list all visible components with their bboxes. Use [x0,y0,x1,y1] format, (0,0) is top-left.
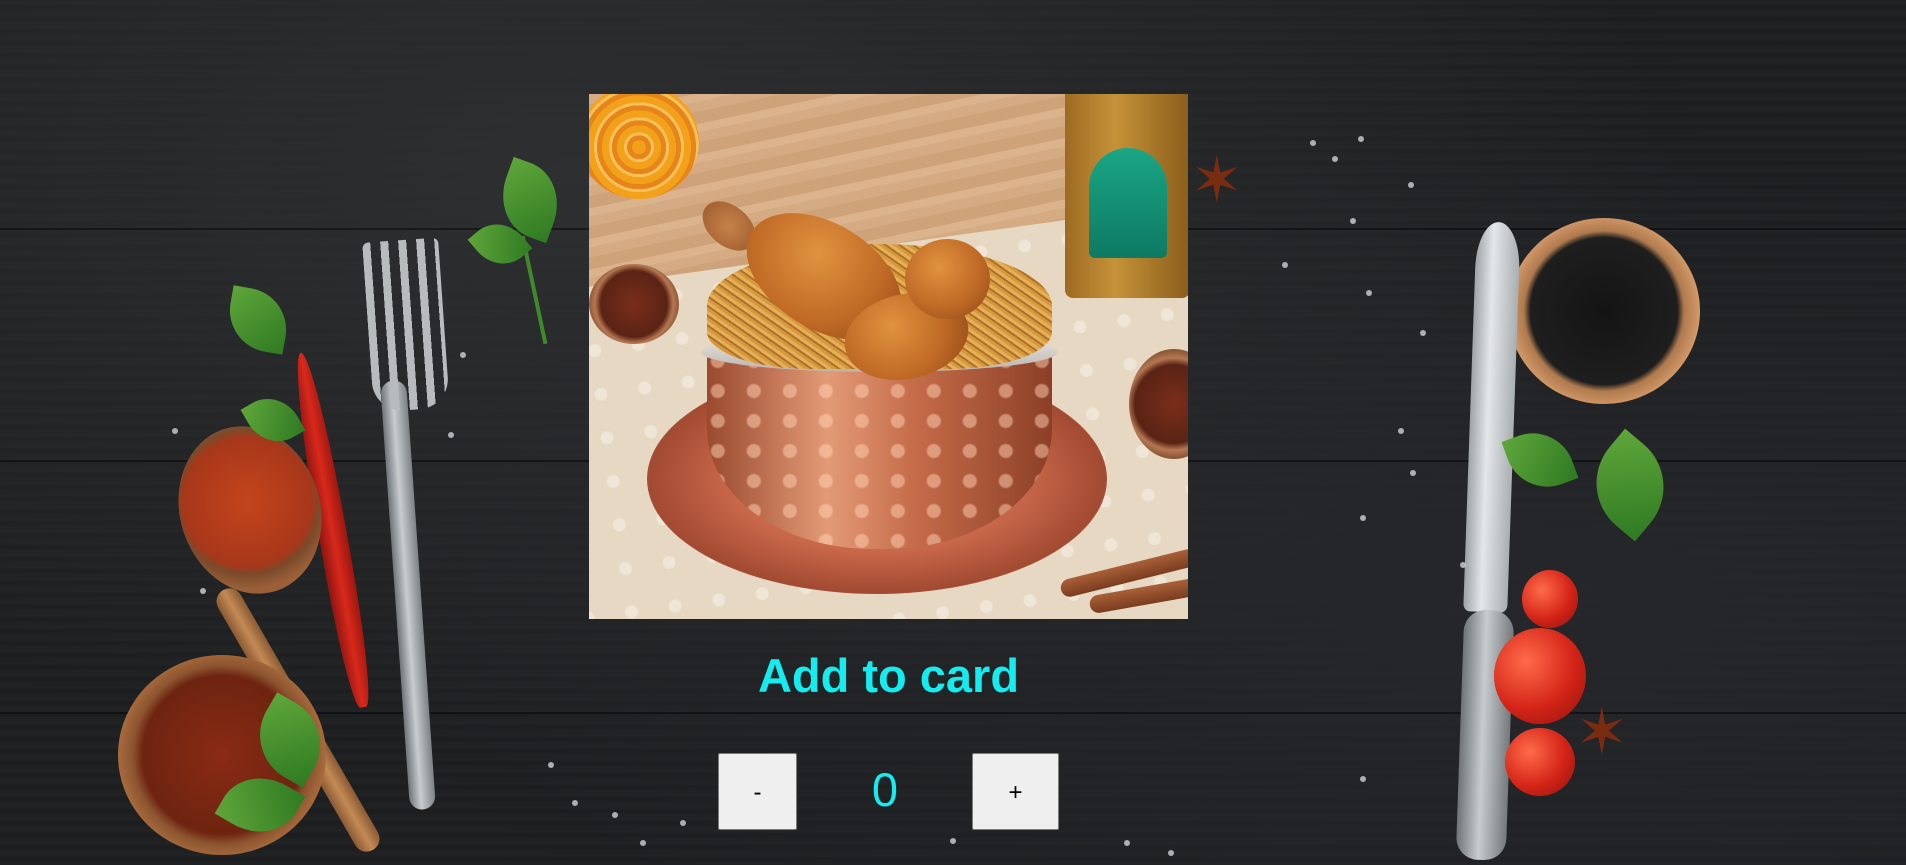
black-pepper-bowl-decoration [1508,218,1700,404]
salt-grain-decoration [572,800,578,806]
salt-grain-decoration [1398,428,1404,434]
salt-grain-decoration [1420,330,1426,336]
herb-leaf-decoration [223,285,293,355]
cherry-tomato-decoration [1494,628,1586,724]
salt-grain-decoration [1168,850,1174,856]
salt-grain-decoration [1282,262,1288,268]
fork-handle-decoration [380,379,436,811]
salt-grain-decoration [640,840,646,846]
star-anise-decoration: ✶ [1190,144,1244,216]
salt-grain-decoration [612,812,618,818]
salt-grain-decoration [1460,562,1466,568]
salt-grain-decoration [950,838,956,844]
salt-grain-decoration [1410,470,1416,476]
star-anise-decoration: ✶ [1575,696,1629,768]
cherry-tomato-decoration [1522,570,1578,628]
biryani-product-image [589,94,1188,619]
salt-grain-decoration [172,428,178,434]
quantity-value: 0 [871,763,899,816]
decrement-button[interactable]: - [718,753,797,830]
salt-grain-decoration [1358,136,1364,142]
salt-grain-decoration [1366,290,1372,296]
salt-grain-decoration [460,352,466,358]
parsley-leaf-decoration [1573,428,1687,542]
salt-grain-decoration [1360,515,1366,521]
salt-grain-decoration [1408,182,1414,188]
salt-grain-decoration [1360,776,1366,782]
chicken-piece [905,239,990,319]
cherry-tomato-decoration [1505,728,1575,796]
lantern-decoration [1065,94,1188,298]
knife-blade-decoration [1463,221,1521,613]
lantern-glass [1089,148,1167,258]
salt-grain-decoration [1124,840,1130,846]
fork-tines-decoration [362,237,450,413]
increment-button[interactable]: + [972,753,1059,830]
salt-grain-decoration [200,588,206,594]
salt-grain-decoration [548,762,554,768]
salt-grain-decoration [1350,218,1356,224]
salt-grain-decoration [1310,140,1316,146]
fried-onion-bowl [589,264,679,344]
add-to-card-heading: Add to card [757,649,1020,702]
salt-grain-decoration [448,432,454,438]
salt-grain-decoration [1332,156,1338,162]
salt-grain-decoration [680,820,686,826]
